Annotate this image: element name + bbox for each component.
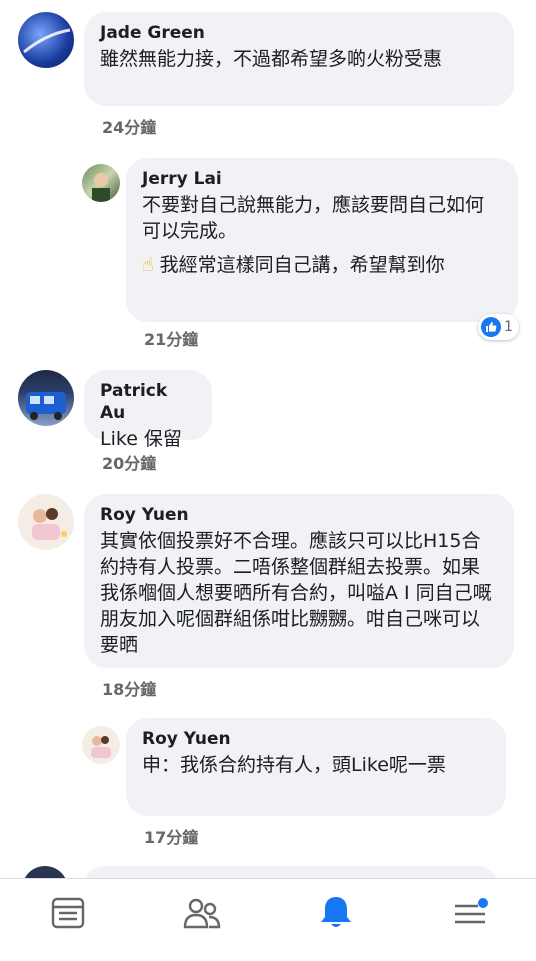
avatar[interactable] [18,12,74,68]
comment-bubble[interactable]: Roy Yuen 申：我係合約持有人，頭Like呢一票 [126,718,506,816]
avatar[interactable] [18,370,74,426]
tab-news-feed[interactable] [38,893,98,933]
comment-text: 其實依個投票好不合理。應該只可以比H15合約持有人投票。二唔係整個群組去投票。如… [100,530,492,656]
avatar-image [91,736,111,758]
avatar[interactable] [82,164,120,202]
friends-icon [183,898,221,929]
tab-friends[interactable] [172,893,232,933]
comment-time[interactable]: 21分鐘 [144,326,198,350]
like-reaction-icon [481,317,501,337]
comment-time[interactable]: 24分鐘 [102,114,156,138]
tab-menu[interactable] [440,893,500,933]
reaction-count: 1 [504,319,513,335]
avatar[interactable] [82,726,120,764]
news-feed-icon [51,897,85,929]
comment-author[interactable]: Jerry Lai [142,168,502,190]
comment-author[interactable]: Roy Yuen [100,504,498,526]
comment-time[interactable]: 20分鐘 [102,450,156,474]
pointing-up-emoji-icon: ☝ [142,254,154,276]
avatar[interactable] [18,494,74,550]
comment-time[interactable]: 17分鐘 [144,824,198,848]
comment-text: 不要對自己說無能力，應該要問自己如何可以完成。 [142,194,485,242]
comment-text: 申：我係合約持有人，頭Like呢一票 [142,754,446,776]
comment-author[interactable]: Roy Yuen [142,728,490,750]
comment-bubble[interactable]: Patrick Au Like 保留 [84,370,212,450]
comment-text: 雖然無能力接，不過都希望多啲火粉受惠 [100,48,443,70]
tab-notifications[interactable] [306,893,366,933]
avatar-image [32,508,67,540]
avatar-image [26,392,66,420]
comment-author[interactable]: Jade Green [100,22,498,44]
comment-text-second: ☝ 我經常這樣同自己講，希望幫到你 [142,252,502,278]
comment-text-line: 我經常這樣同自己講，希望幫到你 [159,254,445,276]
comment-bubble[interactable]: Roy Yuen 其實依個投票好不合理。應該只可以比H15合約持有人投票。二唔係… [84,494,514,668]
comment-author[interactable]: Patrick Au [100,380,196,424]
reaction-badge[interactable]: 1 [478,314,519,340]
comment-text: Like 保留 [100,428,182,450]
menu-notification-dot-icon [478,898,488,908]
avatar-image [23,28,71,54]
avatar-image [92,173,110,202]
notifications-bell-icon [321,897,351,927]
comment-bubble[interactable]: Jade Green 雖然無能力接，不過都希望多啲火粉受惠 [84,12,514,106]
comment-bubble[interactable]: Jerry Lai 不要對自己說無能力，應該要問自己如何可以完成。 ☝ 我經常這… [126,158,518,322]
menu-icon [455,898,488,924]
bottom-tab-bar [0,878,536,961]
comment-time[interactable]: 18分鐘 [102,676,156,700]
